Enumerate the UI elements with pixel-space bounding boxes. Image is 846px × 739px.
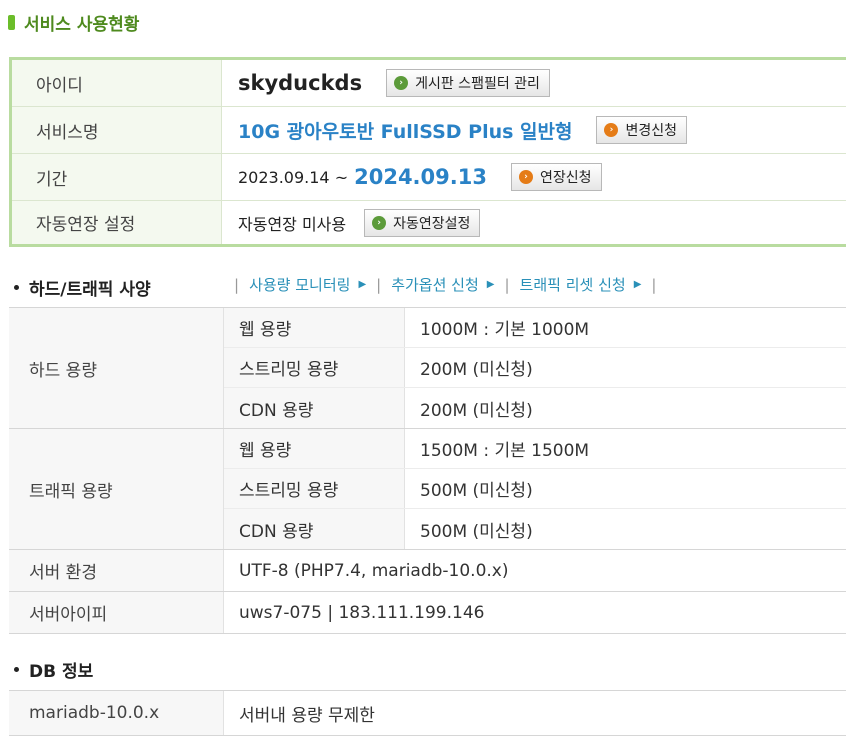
- user-id: skyduckds: [238, 71, 363, 95]
- table-row: CDN 용량 200M (미신청): [224, 388, 846, 428]
- bullet-icon: [14, 667, 19, 672]
- value-auto-renew: 자동연장 미사용 › 자동연장설정: [222, 201, 481, 244]
- period-start: 2023.09.14 ~: [238, 167, 349, 187]
- auto-renew-settings-button[interactable]: › 자동연장설정: [364, 208, 481, 237]
- row-value: 500M (미신청): [420, 481, 533, 501]
- row-value: 500M (미신청): [420, 521, 533, 542]
- db-info-row: mariadb-10.0.x 서버내 용량 무제한: [9, 690, 846, 736]
- table-row: CDN 용량 500M (미신청): [224, 509, 846, 549]
- row-name: 웹 용량: [224, 429, 405, 468]
- triangle-right-icon: ▶: [358, 279, 367, 290]
- spec-heading-text: 하드/트래픽 사양: [29, 280, 151, 300]
- separator: |: [504, 275, 510, 294]
- title-bar-icon: [8, 14, 15, 30]
- table-row: 웹 용량 1000M : 기본 1000M: [224, 308, 846, 348]
- triangle-right-icon: ▶: [633, 279, 642, 290]
- row-name: 스트리밍 용량: [224, 469, 405, 508]
- arrow-right-icon: ›: [604, 123, 619, 137]
- separator: |: [651, 275, 657, 294]
- traffic-capacity-label: 트래픽 용량: [9, 429, 224, 549]
- row-value: 1000M : 기본 1000M: [420, 320, 590, 340]
- db-name: mariadb-10.0.x: [9, 691, 224, 735]
- server-ip-value: uws7-075 | 183.111.199.146: [239, 602, 485, 623]
- table-row: 스트리밍 용량 200M (미신청): [224, 348, 846, 388]
- row-value: 1500M : 기본 1500M: [420, 441, 590, 461]
- arrow-right-icon: ›: [394, 76, 409, 90]
- label-period: 기간: [12, 154, 222, 200]
- page-title-text: 서비스 사용현황: [24, 14, 140, 35]
- row-name: 스트리밍 용량: [224, 348, 405, 387]
- db-value: 서버내 용량 무제한: [239, 705, 375, 726]
- spam-filter-button-label: 게시판 스팸필터 관리: [415, 76, 540, 92]
- period-end: 2024.09.13: [354, 165, 487, 189]
- db-heading: DB 정보: [14, 657, 93, 682]
- bullet-icon: [14, 285, 19, 290]
- table-row: 스트리밍 용량 500M (미신청): [224, 469, 846, 509]
- spec-heading: 하드/트래픽 사양: [14, 275, 151, 300]
- row-value: 200M (미신청): [420, 400, 533, 421]
- spam-filter-button[interactable]: › 게시판 스팸필터 관리: [386, 69, 550, 97]
- arrow-right-icon: ›: [372, 215, 387, 230]
- spec-table: 하드 용량 웹 용량 1000M : 기본 1000M 스트리밍 용량 200M…: [9, 307, 846, 634]
- row-name: CDN 용량: [224, 509, 405, 549]
- table-row: 웹 용량 1500M : 기본 1500M: [224, 429, 846, 469]
- traffic-capacity-group: 트래픽 용량 웹 용량 1500M : 기본 1500M 스트리밍 용량 500…: [9, 429, 846, 550]
- row-service-name: 서비스명 10G 광아우토반 FullSSD Plus 일반형 › 변경신청: [12, 107, 846, 154]
- extend-request-button[interactable]: › 연장신청: [510, 163, 602, 191]
- server-ip-row: 서버아이피 uws7-075 | 183.111.199.146: [9, 592, 846, 634]
- auto-renew-status: 자동연장 미사용: [238, 214, 347, 234]
- label-service-name: 서비스명: [12, 107, 222, 153]
- server-env-value: UTF-8 (PHP7.4, mariadb-10.0.x): [239, 560, 509, 581]
- service-name: 10G 광아우토반 FullSSD Plus 일반형: [238, 120, 573, 143]
- separator: |: [376, 275, 382, 294]
- label-user-id: 아이디: [12, 60, 222, 106]
- value-service-name: 10G 광아우토반 FullSSD Plus 일반형 › 변경신청: [222, 107, 688, 153]
- row-name: 웹 용량: [224, 308, 405, 347]
- row-period: 기간 2023.09.14 ~ 2024.09.13 › 연장신청: [12, 154, 846, 201]
- link-add-option[interactable]: 추가옵션 신청: [391, 274, 479, 295]
- label-auto-renew: 자동연장 설정: [12, 201, 222, 244]
- link-traffic-reset[interactable]: 트래픽 리셋 신청: [520, 274, 626, 295]
- value-period: 2023.09.14 ~ 2024.09.13 › 연장신청: [222, 154, 602, 200]
- spec-links: | 사용량 모니터링 ▶ | 추가옵션 신청 ▶ | 트래픽 리셋 신청 ▶ |: [224, 274, 666, 295]
- separator: |: [234, 275, 240, 294]
- change-request-button-label: 변경신청: [625, 123, 678, 139]
- service-info-box: 아이디 skyduckds › 게시판 스팸필터 관리 서비스명 10G 광아우…: [9, 57, 846, 247]
- arrow-right-icon: ›: [518, 170, 533, 184]
- hard-capacity-label: 하드 용량: [9, 308, 224, 428]
- page-title: 서비스 사용현황: [8, 10, 140, 35]
- row-value: 200M (미신청): [420, 360, 533, 380]
- row-name: CDN 용량: [224, 388, 405, 428]
- server-env-row: 서버 환경 UTF-8 (PHP7.4, mariadb-10.0.x): [9, 550, 846, 592]
- row-auto-renew: 자동연장 설정 자동연장 미사용 › 자동연장설정: [12, 201, 846, 244]
- link-usage-monitoring[interactable]: 사용량 모니터링: [249, 274, 350, 295]
- hard-capacity-group: 하드 용량 웹 용량 1000M : 기본 1000M 스트리밍 용량 200M…: [9, 308, 846, 429]
- db-heading-text: DB 정보: [29, 662, 94, 682]
- triangle-right-icon: ▶: [486, 279, 495, 290]
- auto-renew-settings-button-label: 자동연장설정: [393, 215, 471, 232]
- row-user-id: 아이디 skyduckds › 게시판 스팸필터 관리: [12, 60, 846, 107]
- server-env-label: 서버 환경: [9, 550, 224, 591]
- extend-request-button-label: 연장신청: [539, 170, 592, 186]
- server-ip-label: 서버아이피: [9, 592, 224, 633]
- change-request-button[interactable]: › 변경신청: [596, 116, 688, 144]
- value-user-id: skyduckds › 게시판 스팸필터 관리: [222, 60, 550, 106]
